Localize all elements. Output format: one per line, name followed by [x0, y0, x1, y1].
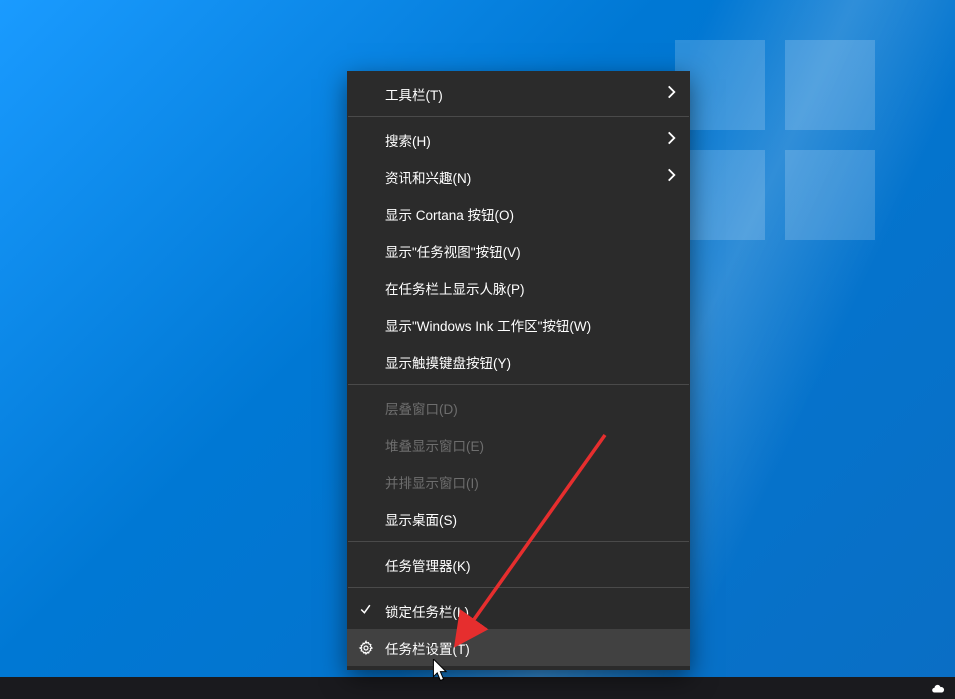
menu-stacked-label: 堆叠显示窗口(E)	[385, 435, 484, 455]
chevron-right-icon	[667, 131, 676, 148]
menu-cascade-label: 层叠窗口(D)	[385, 398, 458, 418]
menu-show-ink[interactable]: 显示"Windows Ink 工作区"按钮(W)	[347, 306, 690, 343]
menu-sidebyside-windows: 并排显示窗口(I)	[347, 463, 690, 500]
menu-lock-taskbar-label: 锁定任务栏(L)	[385, 601, 469, 621]
menu-show-people[interactable]: 在任务栏上显示人脉(P)	[347, 269, 690, 306]
taskbar-context-menu: 工具栏(T) 搜索(H) 资讯和兴趣(N) 显示 Cortana 按钮(O)	[347, 71, 690, 670]
menu-separator	[348, 587, 689, 588]
menu-search[interactable]: 搜索(H)	[347, 121, 690, 158]
windows-logo-decoration	[675, 40, 875, 240]
menu-show-taskview-label: 显示"任务视图"按钮(V)	[385, 241, 521, 261]
menu-news-interests-label: 资讯和兴趣(N)	[385, 167, 471, 187]
menu-show-desktop[interactable]: 显示桌面(S)	[347, 500, 690, 537]
gear-icon	[358, 640, 374, 656]
menu-toolbars[interactable]: 工具栏(T)	[347, 75, 690, 112]
menu-task-manager-label: 任务管理器(K)	[385, 555, 471, 575]
menu-show-touchkb-label: 显示触摸键盘按钮(Y)	[385, 352, 511, 372]
taskbar[interactable]	[0, 677, 955, 699]
menu-show-cortana[interactable]: 显示 Cortana 按钮(O)	[347, 195, 690, 232]
menu-show-touchkb[interactable]: 显示触摸键盘按钮(Y)	[347, 343, 690, 380]
menu-separator	[348, 116, 689, 117]
menu-cascade-windows: 层叠窗口(D)	[347, 389, 690, 426]
menu-search-label: 搜索(H)	[385, 130, 431, 150]
chevron-right-icon	[667, 168, 676, 185]
menu-show-ink-label: 显示"Windows Ink 工作区"按钮(W)	[385, 315, 591, 335]
menu-sidebyside-label: 并排显示窗口(I)	[385, 472, 479, 492]
menu-show-cortana-label: 显示 Cortana 按钮(O)	[385, 204, 514, 224]
menu-taskbar-settings[interactable]: 任务栏设置(T)	[347, 629, 690, 666]
menu-stacked-windows: 堆叠显示窗口(E)	[347, 426, 690, 463]
menu-task-manager[interactable]: 任务管理器(K)	[347, 546, 690, 583]
desktop-wallpaper: 工具栏(T) 搜索(H) 资讯和兴趣(N) 显示 Cortana 按钮(O)	[0, 0, 955, 699]
chevron-right-icon	[667, 85, 676, 102]
menu-show-desktop-label: 显示桌面(S)	[385, 509, 457, 529]
menu-show-people-label: 在任务栏上显示人脉(P)	[385, 278, 525, 298]
menu-news-interests[interactable]: 资讯和兴趣(N)	[347, 158, 690, 195]
menu-lock-taskbar[interactable]: 锁定任务栏(L)	[347, 592, 690, 629]
menu-show-taskview[interactable]: 显示"任务视图"按钮(V)	[347, 232, 690, 269]
weather-cloud-icon	[929, 682, 947, 696]
menu-toolbars-label: 工具栏(T)	[385, 84, 443, 104]
menu-separator	[348, 384, 689, 385]
menu-separator	[348, 541, 689, 542]
check-icon	[359, 603, 372, 619]
menu-taskbar-settings-label: 任务栏设置(T)	[385, 638, 470, 658]
